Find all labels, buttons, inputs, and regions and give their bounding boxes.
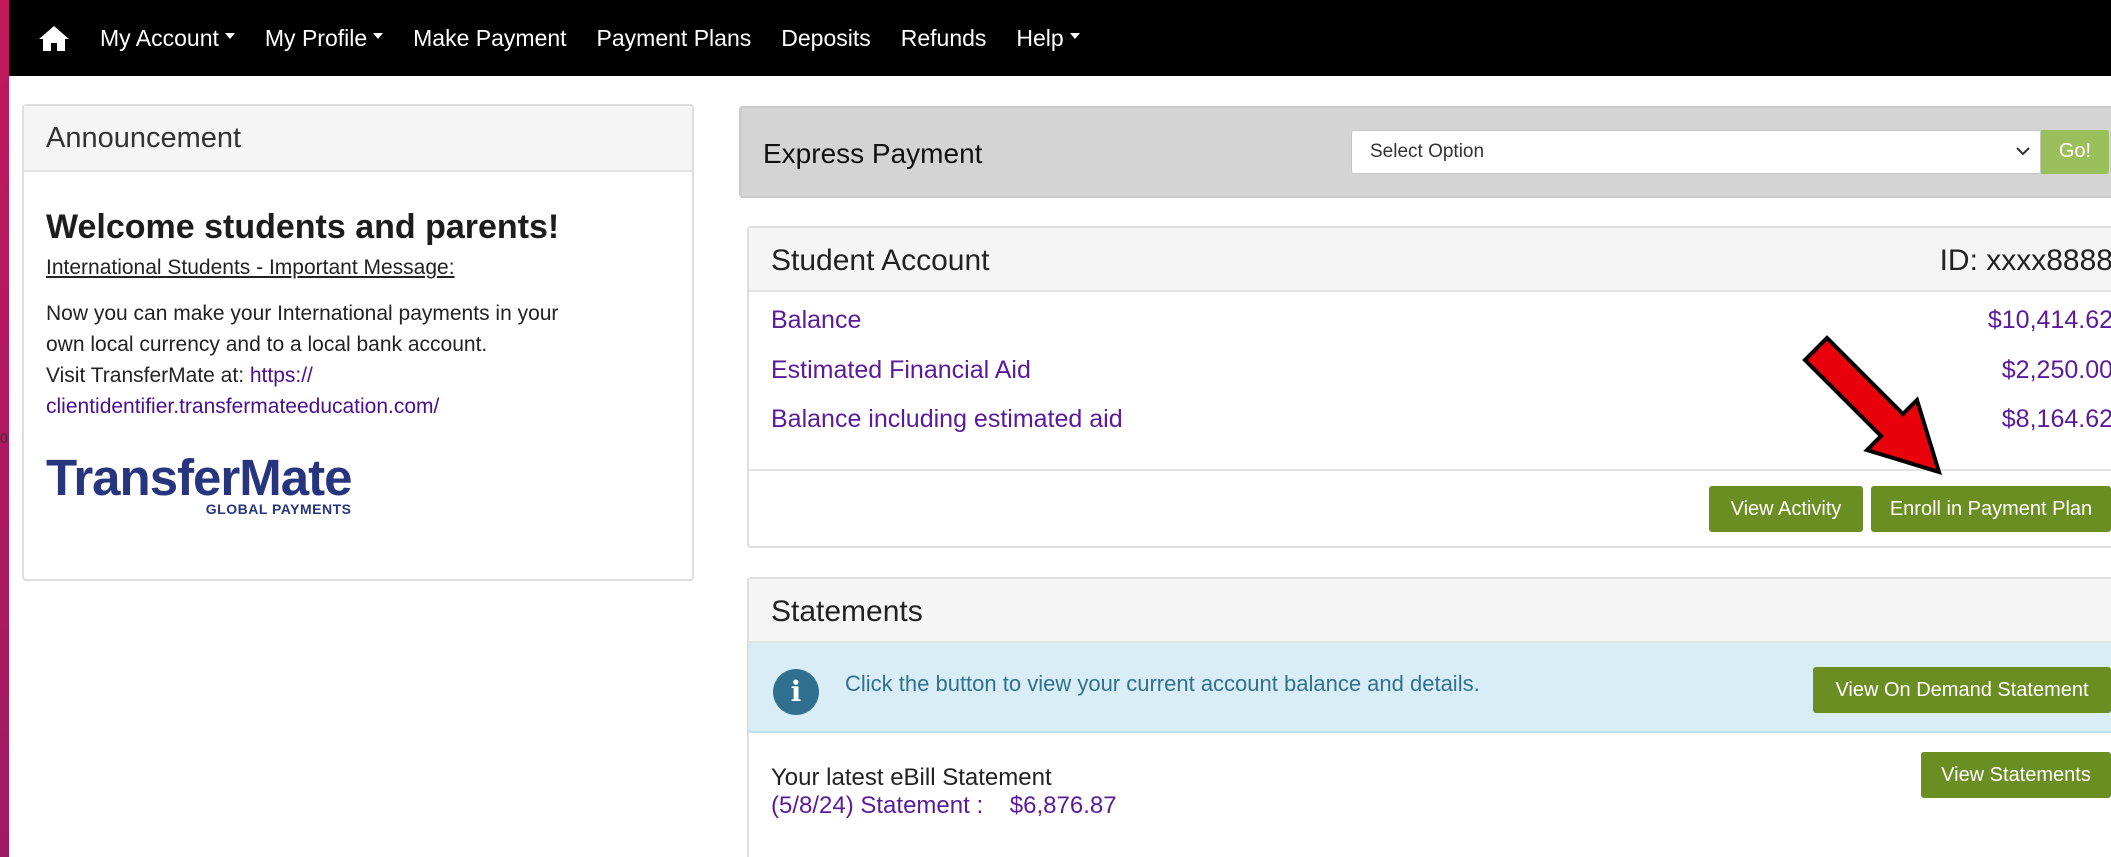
student-account-title: Student Account bbox=[771, 244, 990, 277]
nav-make-payment[interactable]: Make Payment bbox=[413, 25, 566, 52]
view-statements-button[interactable]: View Statements bbox=[1921, 752, 2111, 798]
student-account-id: ID: xxxx8888 bbox=[1939, 244, 2111, 277]
announcement-body: Now you can make your International paym… bbox=[46, 298, 666, 422]
latest-ebill-label: Your latest eBill Statement bbox=[771, 764, 1052, 791]
transfermate-logo: TransferMate GLOBAL PAYMENTS bbox=[46, 449, 352, 517]
caret-down-icon bbox=[224, 33, 235, 39]
balance-with-aid-label[interactable]: Balance including estimated aid bbox=[771, 405, 1123, 434]
browser-page: My Account My Profile Make Payment Payme… bbox=[9, 0, 2111, 857]
nav-my-profile[interactable]: My Profile bbox=[264, 24, 384, 52]
announcement-line-3: Visit TransferMate at: https:// bbox=[46, 360, 666, 391]
financial-aid-label[interactable]: Estimated Financial Aid bbox=[771, 356, 1031, 385]
chevron-down-icon bbox=[2016, 143, 2030, 159]
student-account-header: Student Account ID: xxxx8888 bbox=[749, 228, 2111, 292]
statements-card: Statements i Click the button to view yo… bbox=[747, 577, 2111, 857]
announcement-title: Welcome students and parents! bbox=[46, 208, 560, 246]
balance-value[interactable]: $10,414.62 bbox=[1988, 306, 2111, 335]
transfermate-logo-word: TransferMate bbox=[46, 449, 352, 506]
express-payment-bar: Express Payment Select Option Go! bbox=[739, 106, 2111, 198]
balance-with-aid-value[interactable]: $8,164.62 bbox=[2002, 405, 2111, 434]
express-payment-select-value: Select Option bbox=[1370, 141, 1485, 162]
express-payment-select[interactable]: Select Option bbox=[1351, 130, 2041, 174]
nav-payment-plans[interactable]: Payment Plans bbox=[597, 25, 752, 52]
transfermate-url-link-part2[interactable]: clientidentifier.transfermateeducation.c… bbox=[46, 395, 439, 418]
announcement-card: Announcement Welcome students and parent… bbox=[22, 104, 694, 581]
statements-info-text: Click the button to view your current ac… bbox=[845, 671, 1480, 696]
financial-aid-value[interactable]: $2,250.00 bbox=[2002, 356, 2111, 385]
view-activity-button[interactable]: View Activity bbox=[1709, 486, 1863, 532]
nav-help[interactable]: Help bbox=[1016, 24, 1080, 52]
express-payment-label: Express Payment bbox=[763, 138, 983, 169]
nav-deposits-label: Deposits bbox=[781, 24, 871, 51]
nav-deposits[interactable]: Deposits bbox=[781, 25, 870, 52]
go-button[interactable]: Go! bbox=[2041, 130, 2109, 174]
top-navbar: My Account My Profile Make Payment Payme… bbox=[9, 0, 2111, 76]
nav-help-label: Help bbox=[1016, 24, 1064, 51]
enroll-payment-plan-button[interactable]: Enroll in Payment Plan bbox=[1871, 486, 2111, 532]
statements-header: Statements bbox=[749, 579, 2111, 643]
statements-title: Statements bbox=[771, 595, 923, 628]
statements-info-alert: i Click the button to view your current … bbox=[749, 643, 2111, 733]
info-icon: i bbox=[773, 669, 819, 715]
nav-refunds-label: Refunds bbox=[900, 24, 987, 51]
balance-label[interactable]: Balance bbox=[771, 306, 861, 335]
nav-my-account-label: My Account bbox=[100, 24, 219, 51]
edge-mark: 0 bbox=[0, 430, 8, 446]
announcement-visit-text: Visit TransferMate at: bbox=[46, 364, 250, 387]
announcement-line-1: Now you can make your International paym… bbox=[46, 302, 559, 325]
announcement-header: Announcement bbox=[24, 106, 692, 172]
red-arrow-annotation bbox=[1799, 332, 1949, 487]
home-icon[interactable] bbox=[36, 22, 72, 54]
caret-down-icon bbox=[373, 33, 384, 39]
caret-down-icon bbox=[1069, 33, 1080, 39]
transfermate-url-link-part1[interactable]: https:// bbox=[250, 364, 313, 387]
international-students-link[interactable]: International Students - Important Messa… bbox=[46, 256, 455, 280]
latest-statement-link[interactable]: (5/8/24) Statement : $6,876.87 bbox=[771, 792, 1117, 820]
nav-my-profile-label: My Profile bbox=[264, 24, 368, 51]
nav-payment-plans-label: Payment Plans bbox=[596, 24, 752, 51]
nav-my-account[interactable]: My Account bbox=[100, 25, 235, 52]
nav-refunds[interactable]: Refunds bbox=[901, 25, 987, 52]
nav-make-payment-label: Make Payment bbox=[413, 24, 567, 51]
view-on-demand-statement-button[interactable]: View On Demand Statement bbox=[1813, 667, 2111, 713]
announcement-line-2: own local currency and to a local bank a… bbox=[46, 333, 488, 356]
